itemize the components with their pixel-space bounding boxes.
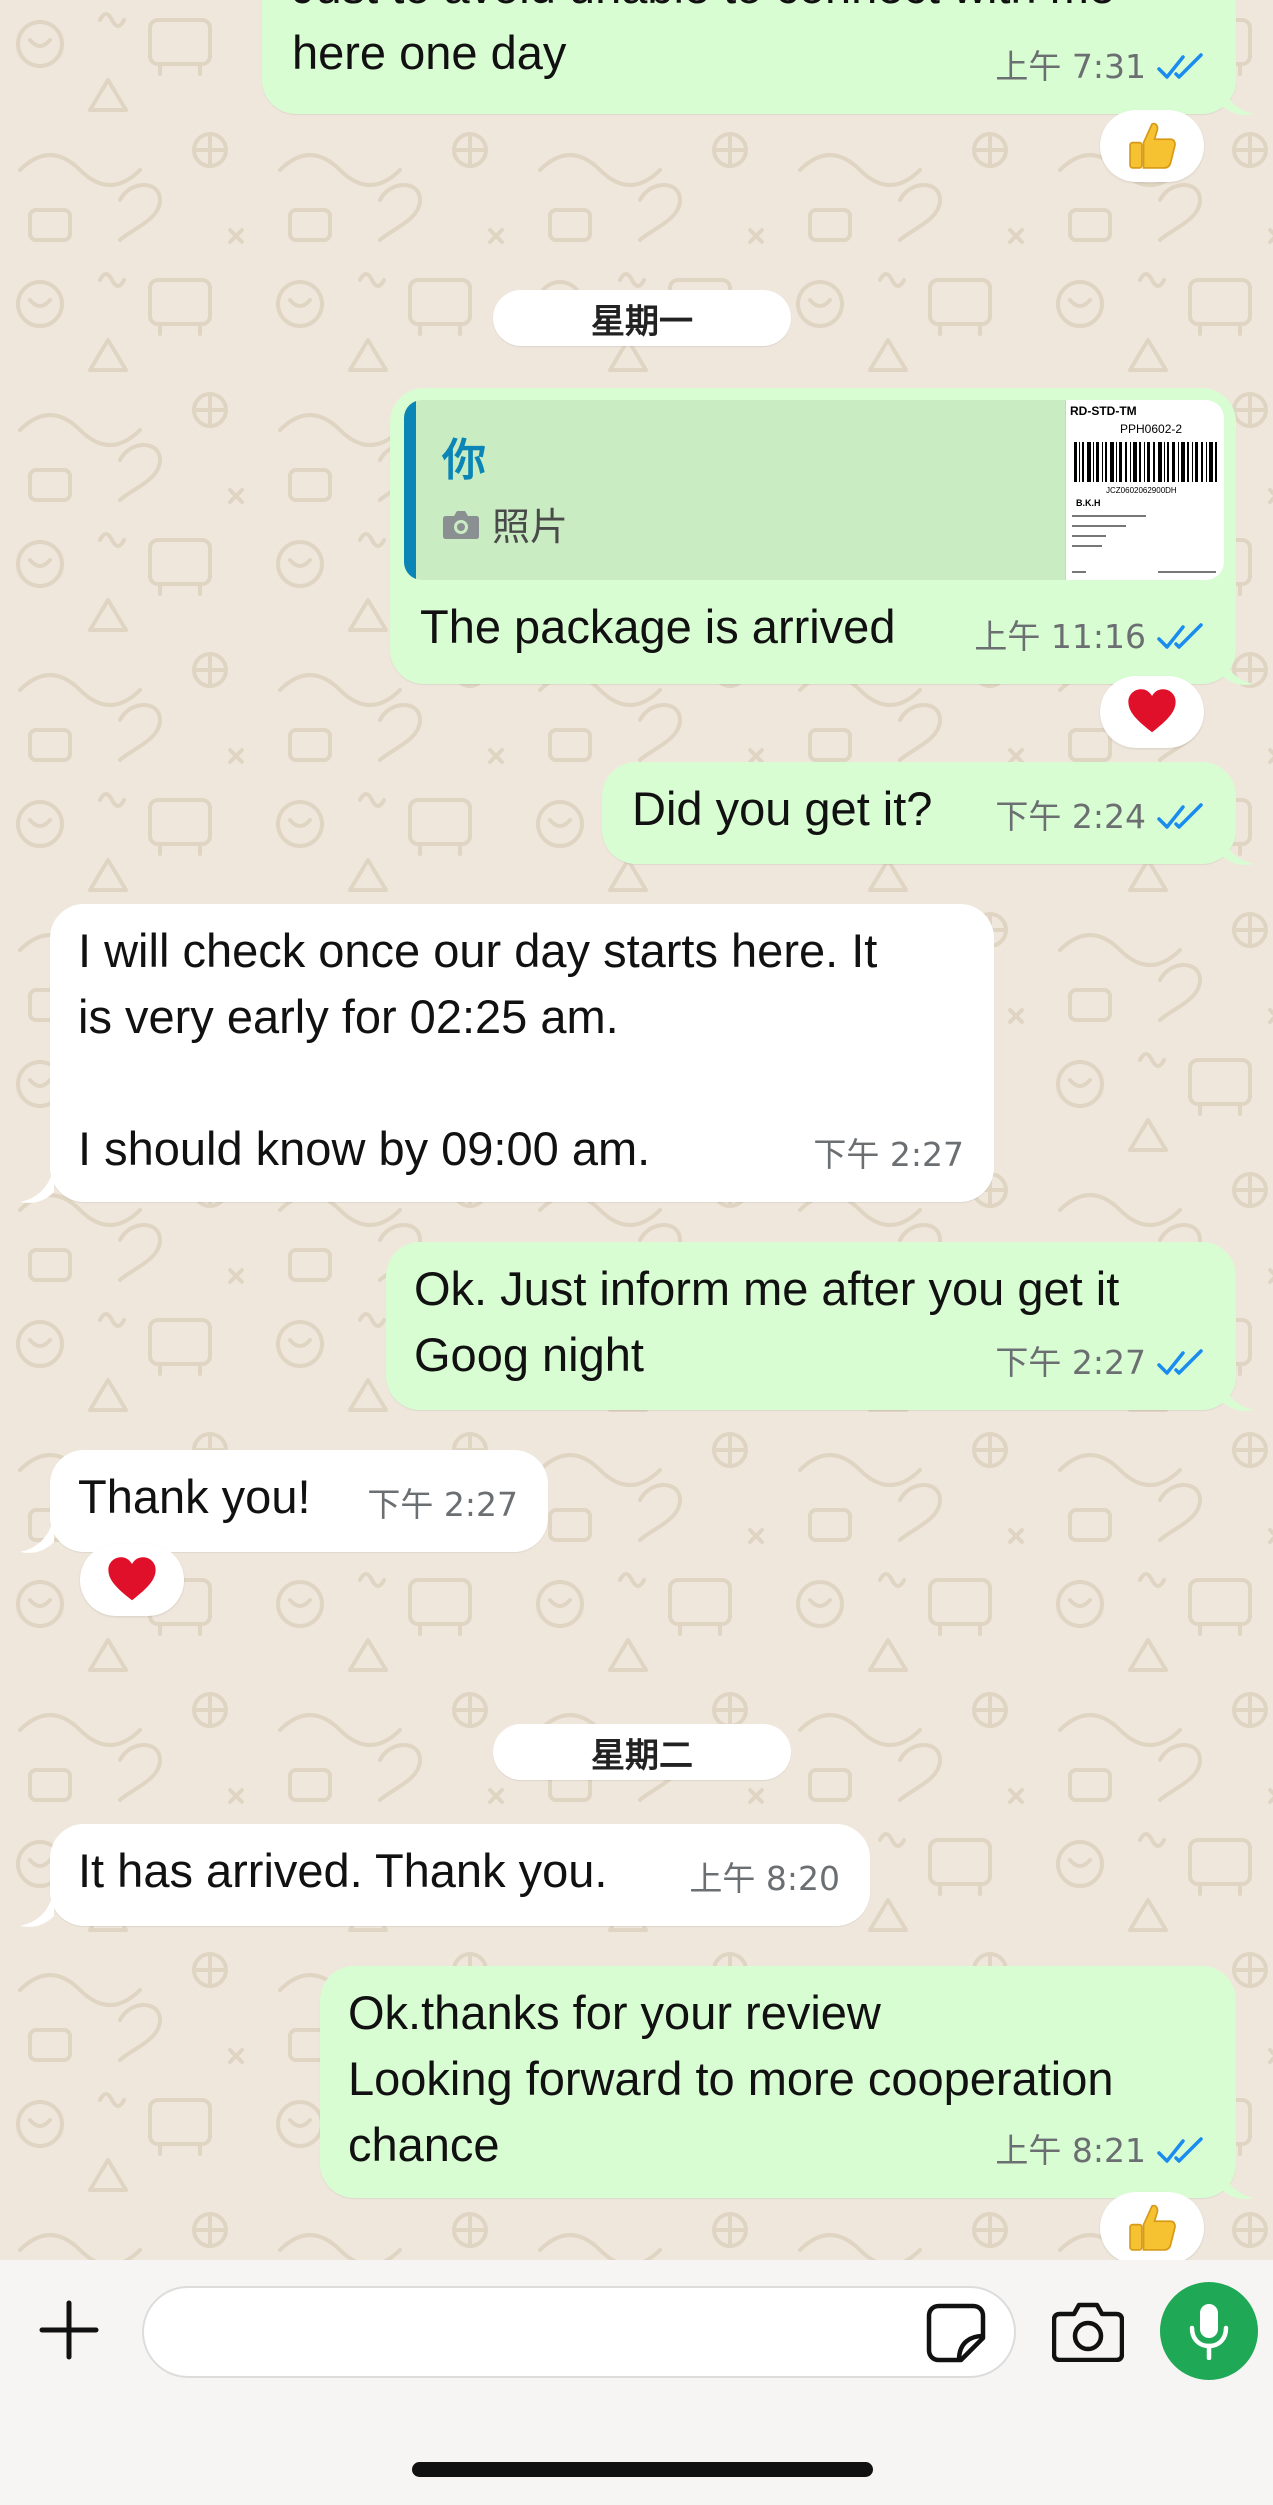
bubble-tail <box>20 1166 54 1203</box>
message-bubble-outgoing[interactable]: Did you get it? 下午 2:24 <box>602 762 1236 864</box>
message-time: 上午 8:20 <box>689 1859 840 1898</box>
plus-icon[interactable] <box>36 2297 102 2363</box>
label-text-lines <box>1072 515 1216 573</box>
quoted-message[interactable]: 你 照片 RD-STD-TM PPH0602-2 JCZ0602062900DH… <box>404 400 1224 580</box>
bubble-tail <box>20 1890 54 1927</box>
message-meta: 下午 2:27 <box>367 1472 518 1538</box>
message-text: It has arrived. Thank you. <box>78 1844 608 1897</box>
thumbnail-label: JCZ0602062900DH <box>1106 486 1177 495</box>
message-time: 下午 2:27 <box>813 1135 964 1174</box>
date-divider: 星期二 <box>493 1724 791 1780</box>
quote-type: 照片 <box>442 496 568 551</box>
bubble-tail <box>1220 1374 1254 1411</box>
date-divider: 星期一 <box>493 290 791 346</box>
barcode-image <box>1074 442 1217 482</box>
message-bubble-incoming[interactable]: Thank you! 下午 2:27 <box>50 1450 548 1552</box>
message-meta: 上午 11:16 <box>974 604 1206 670</box>
camera-icon <box>443 510 479 539</box>
heart-icon <box>108 1557 156 1601</box>
message-meta: 下午 2:27 <box>813 1122 964 1188</box>
message-time: 下午 2:27 <box>995 1343 1146 1382</box>
message-text: Did you get it? <box>632 782 933 835</box>
reaction-heart[interactable] <box>1100 676 1204 748</box>
bubble-tail <box>20 1516 54 1553</box>
microphone-icon <box>1189 2304 1229 2360</box>
thumbs-up-icon <box>1129 122 1176 169</box>
message-text: Just to avoid unable to connect with me … <box>292 0 1115 79</box>
reaction-thumbs-up[interactable] <box>1100 110 1204 182</box>
thumbnail-label: PPH0602-2 <box>1120 422 1183 436</box>
microphone-button[interactable] <box>1160 2282 1258 2380</box>
message-time: 下午 2:27 <box>367 1485 518 1524</box>
message-meta: 下午 2:24 <box>995 784 1206 850</box>
message-bubble-outgoing[interactable]: Ok.thanks for your review Looking forwar… <box>320 1966 1236 2198</box>
message-bubble-outgoing[interactable]: Ok. Just inform me after you get it Goog… <box>386 1242 1236 1410</box>
message-meta: 上午 8:20 <box>689 1846 840 1912</box>
home-indicator[interactable] <box>412 2462 873 2477</box>
message-input[interactable] <box>172 2302 916 2364</box>
message-meta: 下午 2:27 <box>995 1330 1206 1396</box>
double-check-icon <box>1157 1349 1203 1375</box>
message-time: 上午 8:21 <box>995 2131 1146 2170</box>
message-time: 上午 7:31 <box>995 47 1146 86</box>
quote-accent-bar <box>404 400 416 580</box>
bubble-tail <box>1220 648 1254 685</box>
thumbnail-label: B.K.H <box>1076 498 1101 508</box>
double-check-icon <box>1157 53 1203 79</box>
message-text: Thank you! <box>78 1470 311 1523</box>
message-time: 下午 2:24 <box>995 797 1146 836</box>
camera-icon[interactable] <box>1052 2300 1124 2362</box>
double-check-icon <box>1157 803 1203 829</box>
message-meta: 上午 8:21 <box>995 2118 1206 2184</box>
bubble-tail <box>1220 78 1254 115</box>
message-text: The package is arrived <box>420 600 896 653</box>
heart-icon <box>1128 689 1176 733</box>
thumbs-up-icon <box>1129 2204 1176 2251</box>
reaction-heart[interactable] <box>80 1544 184 1616</box>
message-meta: 上午 7:31 <box>995 34 1206 100</box>
message-bubble-outgoing[interactable]: Just to avoid unable to connect with me … <box>262 0 1236 114</box>
reaction-thumbs-up[interactable] <box>1100 2192 1204 2264</box>
message-time: 上午 11:16 <box>974 617 1146 656</box>
thumbnail-label: RD-STD-TM <box>1070 404 1137 418</box>
message-input-container[interactable] <box>142 2286 1016 2378</box>
double-check-icon <box>1157 2137 1203 2163</box>
message-text: I will check once our day starts here. I… <box>78 924 878 1175</box>
message-bubble-incoming[interactable]: It has arrived. Thank you. 上午 8:20 <box>50 1824 870 1926</box>
sticker-icon[interactable] <box>925 2302 987 2364</box>
quote-type-label: 照片 <box>492 505 569 549</box>
bubble-tail <box>1220 828 1254 865</box>
photo-thumbnail[interactable]: RD-STD-TM PPH0602-2 JCZ0602062900DH B.K.… <box>1065 400 1224 580</box>
message-bubble-incoming[interactable]: I will check once our day starts here. I… <box>50 904 994 1202</box>
bubble-tail <box>1220 2162 1254 2199</box>
quote-author: 你 <box>442 435 486 486</box>
double-check-icon <box>1157 623 1203 649</box>
